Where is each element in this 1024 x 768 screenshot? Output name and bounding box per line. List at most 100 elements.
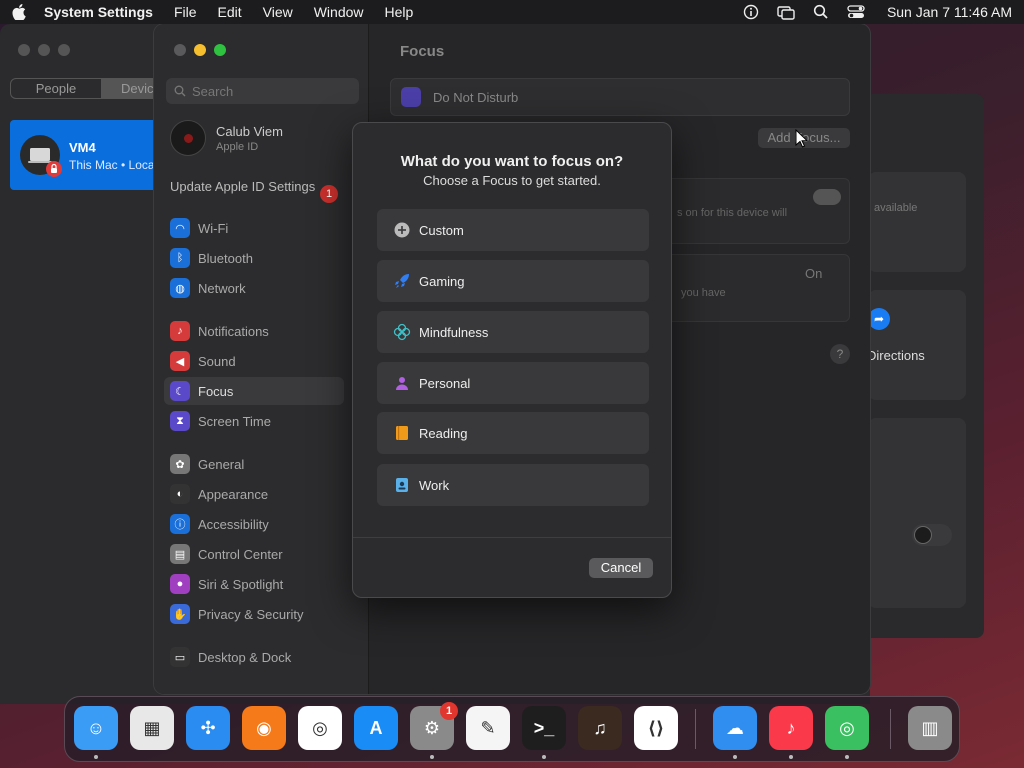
sidebar-item-control-center[interactable]: ▤ Control Center (164, 540, 344, 568)
chrome-icon[interactable]: ◎ (298, 706, 342, 750)
control-center-icon[interactable] (847, 4, 865, 20)
sidebar-item-label: Screen Time (198, 413, 271, 429)
device-card[interactable]: VM4 This Mac • Loca (10, 120, 160, 190)
sidebar-item-label: Sound (198, 353, 236, 369)
update-apple-id[interactable]: Update Apple ID Settings 1 (170, 179, 360, 203)
gear-icon: ✿ (170, 454, 190, 474)
bell-icon: ♪ (170, 321, 190, 341)
menu-window[interactable]: Window (314, 4, 364, 20)
menu-help[interactable]: Help (385, 4, 414, 20)
speaker-icon: ◀ (170, 351, 190, 371)
option-label: Custom (419, 222, 464, 238)
menu-edit[interactable]: Edit (218, 4, 242, 20)
trash-icon[interactable]: ▥ (908, 706, 952, 750)
guitar-icon[interactable]: ♫ (578, 706, 622, 750)
music-icon[interactable]: ♪ (769, 706, 813, 750)
dock-separator (890, 709, 891, 749)
share-toggle[interactable] (813, 189, 841, 205)
menu-file[interactable]: File (174, 4, 197, 20)
zoom-button[interactable] (58, 44, 70, 56)
focus-option-custom[interactable]: Custom (377, 209, 649, 251)
finder-icon[interactable]: ☺ (74, 706, 118, 750)
panel-card (868, 172, 966, 272)
sidebar-item-notifications[interactable]: ♪ Notifications (164, 317, 344, 345)
hand-icon: ✋ (170, 604, 190, 624)
focus-option-mindfulness[interactable]: Mindfulness (377, 311, 649, 353)
account-subtitle: Apple ID (216, 140, 259, 153)
apple-icon[interactable] (12, 4, 26, 20)
sidebar-item-bluetooth[interactable]: ᛒ Bluetooth (164, 244, 344, 272)
sidebar: Search Calub Viem Apple ID Update Apple … (154, 24, 369, 694)
findmy-icon[interactable]: ◎ (825, 706, 869, 750)
moon-icon: ☾ (170, 381, 190, 401)
focus-option-personal[interactable]: Personal (377, 362, 649, 404)
weather-icon[interactable]: ☁ (713, 706, 757, 750)
apple-id-account[interactable]: Calub Viem Apple ID (170, 120, 283, 156)
sidebar-item-siri-spotlight[interactable]: ● Siri & Spotlight (164, 570, 344, 598)
sidebar-item-screen-time[interactable]: ⧗ Screen Time (164, 407, 344, 435)
panel-toggle[interactable] (912, 524, 952, 546)
dialog-subtitle: Choose a Focus to get started. (423, 173, 601, 188)
sidebar-item-label: Appearance (198, 486, 269, 502)
sidebar-item-label: Notifications (198, 323, 269, 339)
textedit-icon[interactable]: ✎ (466, 706, 510, 750)
search-placeholder: Search (192, 83, 234, 99)
panel-card (868, 290, 966, 400)
spotlight-search-icon[interactable] (813, 4, 829, 20)
vscode-icon[interactable]: ⟨⟩ (634, 706, 678, 750)
focus-row-do-not-disturb[interactable]: Do Not Disturb (390, 78, 850, 116)
device-name: VM4 (69, 140, 96, 155)
minimize-button[interactable] (194, 44, 206, 56)
badge-icon (393, 476, 411, 494)
sidebar-item-focus[interactable]: ☾ Focus (164, 377, 344, 405)
minimize-button[interactable] (38, 44, 50, 56)
focus-status-text: you have (681, 287, 726, 299)
focus-option-reading[interactable]: Reading (377, 412, 649, 454)
segment-people[interactable]: People (11, 79, 101, 98)
screen-mirror-icon[interactable] (777, 4, 795, 20)
sidebar-item-desktop-dock[interactable]: ▭ Desktop & Dock (164, 643, 344, 671)
info-icon[interactable] (743, 4, 759, 20)
account-name: Calub Viem (216, 123, 283, 139)
menu-bar: System Settings File Edit View Window He… (0, 0, 1024, 24)
sidebar-item-network[interactable]: ◍ Network (164, 274, 344, 302)
dialog-title: What do you want to focus on? (400, 153, 624, 170)
running-indicator (789, 755, 793, 759)
menu-clock[interactable]: Sun Jan 7 11:46 AM (887, 4, 1012, 20)
rocket-icon (393, 272, 411, 290)
sidebar-item-label: Privacy & Security (198, 606, 304, 622)
sidebar-item-privacy-security[interactable]: ✋ Privacy & Security (164, 600, 344, 628)
app-store-icon[interactable]: A (354, 706, 398, 750)
person-icon (393, 374, 411, 392)
sidebar-item-label: Bluetooth (198, 250, 253, 266)
notification-badge: 1 (440, 702, 458, 720)
sidebar-item-label: Wi-Fi (198, 220, 229, 236)
segment-devices[interactable]: Devic (101, 79, 159, 98)
firefox-icon[interactable]: ◉ (242, 706, 286, 750)
safari-icon[interactable]: ✣ (186, 706, 230, 750)
help-button[interactable]: ? (830, 344, 850, 364)
running-indicator (733, 755, 737, 759)
device-subtitle: This Mac • Loca (69, 158, 155, 172)
lock-icon (46, 161, 62, 177)
launchpad-icon[interactable]: ▦ (130, 706, 174, 750)
sidebar-item-appearance[interactable]: ◐ Appearance (164, 480, 344, 508)
search-input[interactable]: Search (166, 78, 359, 104)
zoom-button[interactable] (214, 44, 226, 56)
flower-icon (393, 323, 411, 341)
sidebar-item-accessibility[interactable]: ⓘ Accessibility (164, 510, 344, 538)
focus-option-gaming[interactable]: Gaming (377, 260, 649, 302)
sidebar-item-wi-fi[interactable]: ◠ Wi-Fi (164, 214, 344, 242)
sidebar-item-general[interactable]: ✿ General (164, 450, 344, 478)
menu-app-name[interactable]: System Settings (44, 4, 153, 20)
focus-option-work[interactable]: Work (377, 464, 649, 506)
terminal-icon[interactable]: >_ (522, 706, 566, 750)
directions-icon[interactable]: ➦ (868, 308, 890, 330)
settings-icon[interactable]: ⚙ 1 (410, 702, 458, 750)
close-button[interactable] (18, 44, 30, 56)
close-button[interactable] (174, 44, 186, 56)
sidebar-item-sound[interactable]: ◀ Sound (164, 347, 344, 375)
cancel-button[interactable]: Cancel (589, 558, 653, 578)
menu-view[interactable]: View (263, 4, 293, 20)
directions-label: Directions (867, 348, 925, 363)
